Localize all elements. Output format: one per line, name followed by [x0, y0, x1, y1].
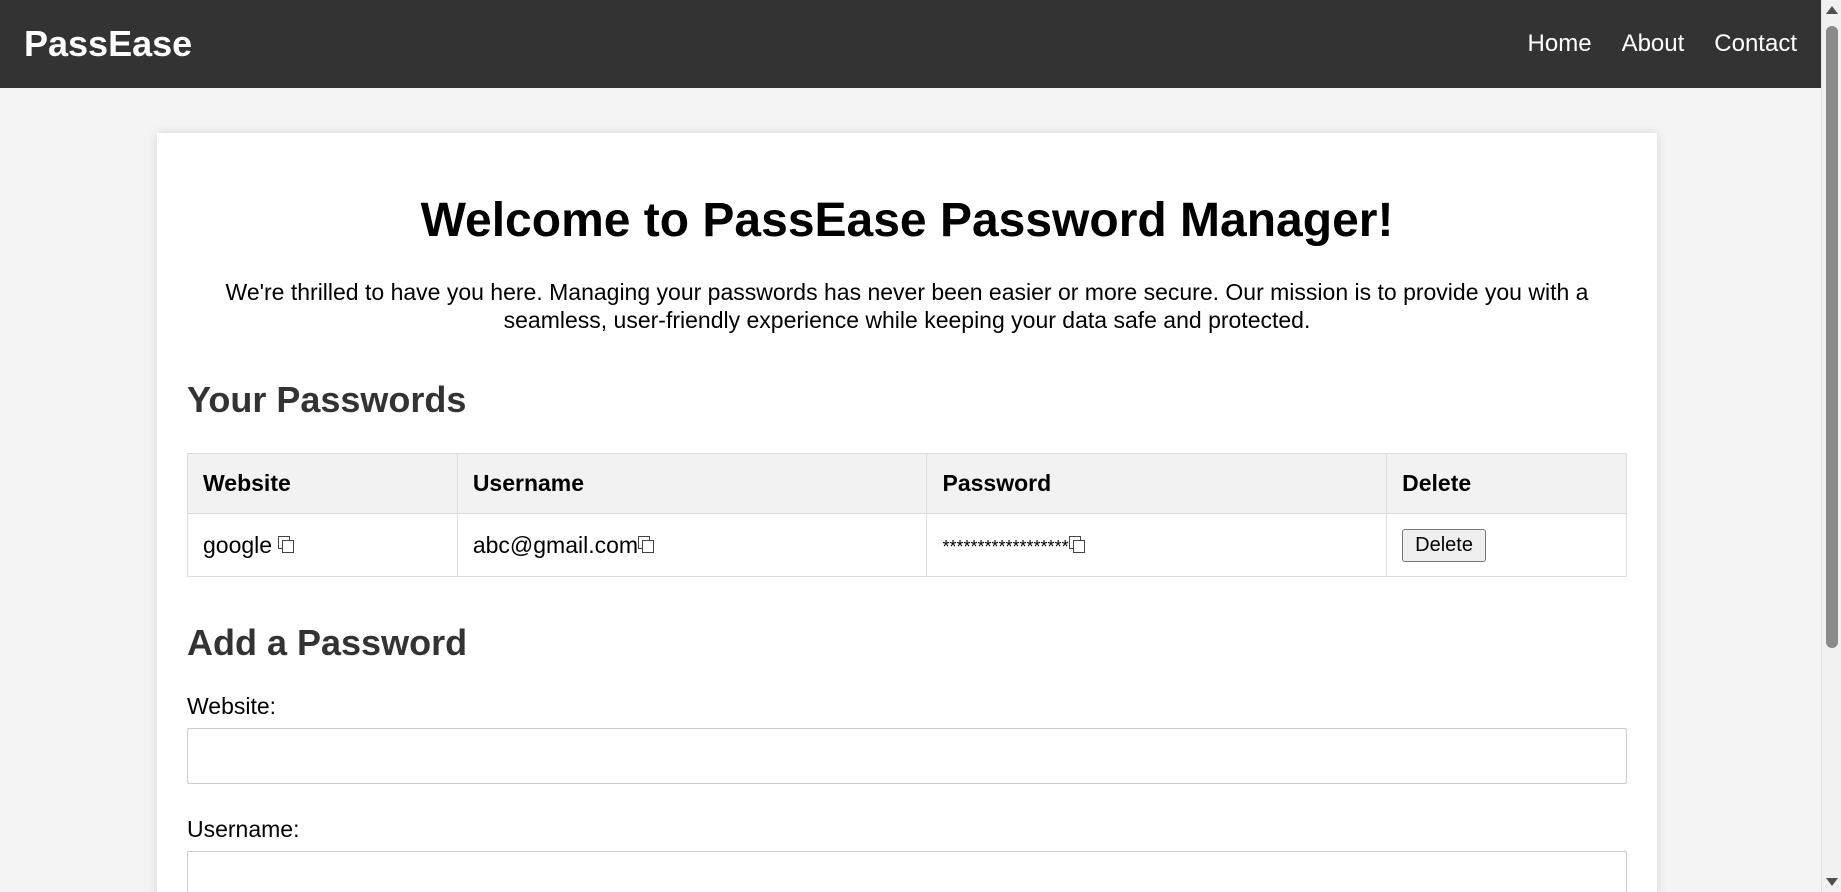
copy-password-icon[interactable] [1068, 535, 1085, 553]
username-input[interactable] [187, 850, 1627, 892]
delete-button[interactable]: Delete [1402, 528, 1486, 562]
column-header-delete: Delete [1386, 453, 1627, 515]
cell-website: google [187, 513, 458, 578]
password-value: ****************** [942, 536, 1069, 557]
passwords-section-title: Your Passwords [187, 378, 467, 420]
website-field-label: Website: [187, 692, 277, 719]
welcome-text: We're thrilled to have you here. Managin… [225, 278, 1589, 333]
copy-website-icon[interactable] [278, 535, 295, 553]
website-input[interactable] [187, 727, 1627, 784]
website-value: google [203, 531, 273, 558]
scroll-up-arrow-icon[interactable] [1826, 6, 1838, 14]
username-field-label: Username: [187, 815, 300, 842]
navbar: PassEase Home About Contact [0, 0, 1821, 88]
table-header-row: Website Username Password Delete [187, 453, 1627, 515]
cell-password: ****************** [926, 513, 1388, 578]
column-header-website: Website [187, 453, 458, 515]
main-container: Welcome to PassEase Password Manager! We… [157, 133, 1657, 892]
scroll-thumb[interactable] [1826, 26, 1838, 648]
cell-delete: Delete [1386, 513, 1627, 578]
column-header-username: Username [456, 453, 928, 515]
column-header-password: Password [926, 453, 1388, 515]
cell-username: abc@gmail.com [456, 513, 928, 578]
nav-link-home[interactable]: Home [1528, 30, 1592, 58]
add-password-section-title: Add a Password [187, 622, 468, 664]
welcome-title: Welcome to PassEase Password Manager! [420, 194, 1394, 247]
nav-link-contact[interactable]: Contact [1714, 30, 1797, 58]
copy-username-icon[interactable] [638, 535, 655, 553]
page-scrollbar[interactable] [1821, 0, 1841, 892]
brand-logo[interactable]: PassEase [24, 23, 192, 65]
username-value: abc@gmail.com [472, 531, 639, 558]
nav-links: Home About Contact [1498, 30, 1797, 58]
nav-link-about[interactable]: About [1622, 30, 1685, 58]
passwords-table: Website Username Password Delete google … [187, 453, 1627, 578]
table-row: google abc@gmail.com ****************** … [187, 513, 1627, 578]
scroll-down-arrow-icon[interactable] [1826, 878, 1838, 886]
